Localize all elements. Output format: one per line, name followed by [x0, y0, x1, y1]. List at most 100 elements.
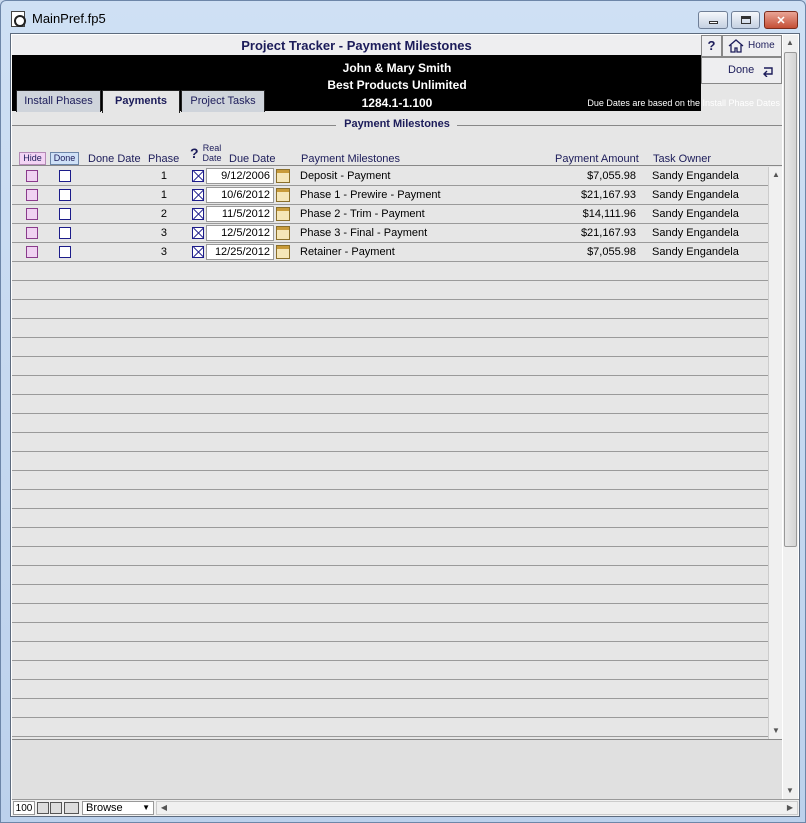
table-row: 3 12/5/2012 Phase 3 - Final - Payment $21,1… [12, 224, 768, 243]
table-row [12, 547, 768, 566]
done-checkbox[interactable] [59, 189, 71, 201]
milestone-cell[interactable]: Phase 3 - Final - Payment [300, 227, 427, 239]
milestone-cell[interactable]: Phase 1 - Prewire - Payment [300, 189, 441, 201]
layout-content: Project Tracker - Payment Milestones Joh… [10, 33, 800, 817]
amount-cell[interactable]: $7,055.98 [492, 170, 636, 182]
amount-cell[interactable]: $21,167.93 [492, 227, 636, 239]
calendar-icon[interactable] [276, 188, 290, 202]
portal-scrollbar[interactable]: ▲ ▼ [768, 167, 782, 739]
scroll-left-icon[interactable]: ◀ [158, 802, 170, 814]
calendar-icon[interactable] [276, 207, 290, 221]
hide-checkbox[interactable] [26, 246, 38, 258]
done-header[interactable]: Done [50, 152, 79, 165]
home-button[interactable]: Home [722, 35, 782, 57]
table-row [12, 680, 768, 699]
calendar-icon[interactable] [276, 245, 290, 259]
table-row [12, 509, 768, 528]
scroll-up-icon[interactable]: ▲ [770, 169, 782, 181]
calendar-icon[interactable] [276, 169, 290, 183]
zoom-in-icon[interactable] [50, 802, 62, 814]
done-button[interactable]: Done [701, 57, 782, 84]
table-row [12, 433, 768, 452]
milestone-cell[interactable]: Retainer - Payment [300, 246, 395, 258]
owner-cell[interactable]: Sandy Engandela [652, 189, 739, 201]
status-area-icon[interactable] [64, 802, 79, 814]
amount-cell[interactable]: $21,167.93 [492, 189, 636, 201]
owner-cell[interactable]: Sandy Engandela [652, 246, 739, 258]
tab-project-tasks[interactable]: Project Tasks [181, 90, 265, 112]
hide-checkbox[interactable] [26, 208, 38, 220]
table-row [12, 452, 768, 471]
owner-cell[interactable]: Sandy Engandela [652, 227, 739, 239]
table-row [12, 395, 768, 414]
real-date-checkbox[interactable] [192, 170, 204, 182]
close-button[interactable]: ✕ [764, 11, 798, 29]
hide-header[interactable]: Hide [19, 152, 46, 165]
minimize-button[interactable] [698, 11, 728, 29]
return-arrow-icon [763, 67, 773, 77]
milestones-list: 1 9/12/2006 Deposit - Payment $7,055.98 Sand… [12, 167, 768, 801]
tab-payments[interactable]: Payments [102, 90, 180, 113]
real-date-header: Real Date [202, 143, 222, 163]
horizontal-scrollbar[interactable]: ◀ ▶ [156, 801, 798, 815]
zoom-level[interactable]: 100 [13, 801, 35, 815]
table-row [12, 319, 768, 338]
done-checkbox[interactable] [59, 227, 71, 239]
real-date-checkbox[interactable] [192, 246, 204, 258]
mode-label: Browse [86, 802, 123, 814]
table-row: 3 12/25/2012 Retainer - Payment $7,055.98 Sa… [12, 243, 768, 262]
done-checkbox[interactable] [59, 208, 71, 220]
table-row [12, 661, 768, 680]
help-question-icon[interactable]: ? [190, 145, 199, 161]
hide-checkbox[interactable] [26, 170, 38, 182]
real-date-checkbox[interactable] [192, 227, 204, 239]
table-row [12, 376, 768, 395]
amount-cell[interactable]: $7,055.98 [492, 246, 636, 258]
owner-cell[interactable]: Sandy Engandela [652, 170, 739, 182]
owner-header: Task Owner [653, 153, 712, 165]
due-date-field[interactable]: 9/12/2006 [206, 168, 274, 184]
hide-checkbox[interactable] [26, 189, 38, 201]
table-row [12, 642, 768, 661]
title-bar[interactable]: MainPref.fp5 ✕ [1, 1, 805, 33]
due-date-header: Due Date [229, 153, 276, 165]
calendar-icon[interactable] [276, 226, 290, 240]
real-date-checkbox[interactable] [192, 189, 204, 201]
chevron-down-icon: ▼ [142, 803, 150, 812]
scrollbar-thumb[interactable] [784, 52, 797, 547]
done-checkbox[interactable] [59, 170, 71, 182]
help-button[interactable]: ? [701, 35, 722, 57]
window-scrollbar[interactable]: ▲ ▼ [783, 35, 798, 799]
due-date-field[interactable]: 12/5/2012 [206, 225, 274, 241]
milestone-cell[interactable]: Deposit - Payment [300, 170, 390, 182]
zoom-out-icon[interactable] [37, 802, 49, 814]
table-row [12, 528, 768, 547]
scroll-down-icon[interactable]: ▼ [770, 725, 782, 737]
hide-checkbox[interactable] [26, 227, 38, 239]
window-title: MainPref.fp5 [32, 11, 106, 26]
table-row [12, 357, 768, 376]
table-row [12, 718, 768, 737]
scroll-down-icon[interactable]: ▼ [784, 785, 796, 797]
owner-cell[interactable]: Sandy Engandela [652, 208, 739, 220]
real-date-checkbox[interactable] [192, 208, 204, 220]
mode-select[interactable]: Browse ▼ [82, 801, 154, 815]
phase-cell: 3 [160, 227, 167, 239]
due-date-field[interactable]: 11/5/2012 [206, 206, 274, 222]
home-icon [728, 39, 744, 53]
milestone-cell[interactable]: Phase 2 - Trim - Payment [300, 208, 425, 220]
due-date-field[interactable]: 10/6/2012 [206, 187, 274, 203]
done-checkbox[interactable] [59, 246, 71, 258]
phase-cell: 2 [160, 208, 167, 220]
maximize-button[interactable] [731, 11, 760, 29]
status-bar: 100 Browse ▼ ◀ ▶ [12, 799, 799, 816]
tab-install-phases[interactable]: Install Phases [16, 90, 101, 112]
table-row [12, 566, 768, 585]
scroll-up-icon[interactable]: ▲ [784, 37, 796, 49]
amount-cell[interactable]: $14,111.96 [492, 208, 636, 220]
table-row [12, 338, 768, 357]
column-headers: Hide Done Done Date Phase ? Real Date Du… [12, 140, 782, 166]
section-title: Payment Milestones [344, 118, 450, 130]
due-date-field[interactable]: 12/25/2012 [206, 244, 274, 260]
scroll-right-icon[interactable]: ▶ [784, 802, 796, 814]
